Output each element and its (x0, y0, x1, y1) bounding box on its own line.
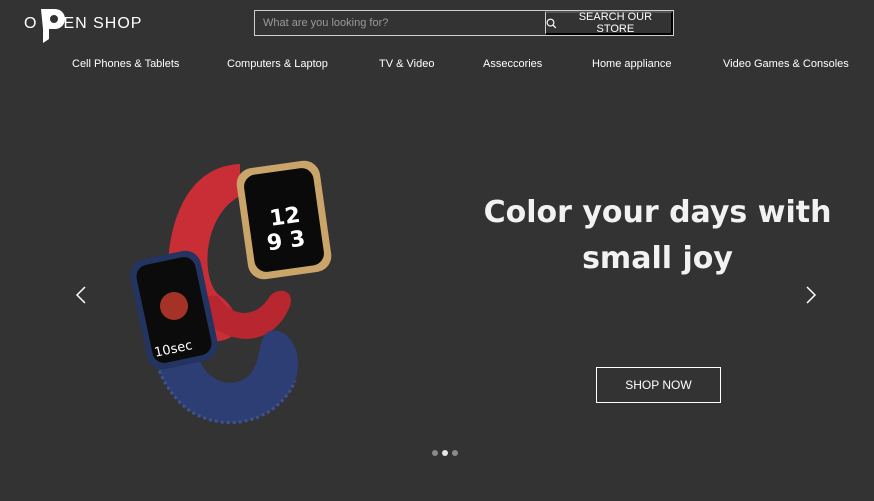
search-bar: SEARCH OUR STORE (254, 10, 674, 36)
carousel-dots (432, 450, 458, 456)
nav-item-accessories[interactable]: Asseccories (483, 58, 542, 70)
nav-item-tv-video[interactable]: TV & Video (379, 58, 434, 70)
carousel-prev-arrow-icon[interactable] (74, 285, 88, 305)
nav-item-home-appliance[interactable]: Home appliance (592, 58, 672, 70)
carousel-next-arrow-icon[interactable] (804, 285, 818, 305)
category-nav: Cell Phones & Tablets Computers & Laptop… (0, 58, 874, 76)
hero-headline-line1: Color your days with (483, 195, 832, 230)
nav-item-cell-phones[interactable]: Cell Phones & Tablets (72, 58, 179, 70)
nav-item-video-games[interactable]: Video Games & Consoles (723, 58, 849, 70)
logo-text: EN SHOP (63, 15, 143, 32)
nav-item-computers[interactable]: Computers & Laptop (227, 58, 328, 70)
carousel-dot-2[interactable] (442, 450, 448, 456)
carousel-dot-1[interactable] (432, 450, 438, 456)
search-input[interactable] (255, 11, 545, 35)
search-button-label: SEARCH OUR STORE (578, 11, 653, 35)
logo[interactable]: O EN SHOP (24, 6, 143, 43)
hero-headline: Color your days with small joy (470, 190, 845, 282)
hero-watch-image: 12 9 3 10sec (130, 160, 332, 425)
shop-now-button[interactable]: SHOP NOW (596, 367, 721, 403)
search-button[interactable]: SEARCH OUR STORE (545, 11, 673, 35)
carousel-dot-3[interactable] (452, 450, 458, 456)
svg-text:9 3: 9 3 (265, 226, 306, 256)
hero-headline-line2: small joy (582, 241, 733, 276)
search-icon (546, 18, 557, 28)
